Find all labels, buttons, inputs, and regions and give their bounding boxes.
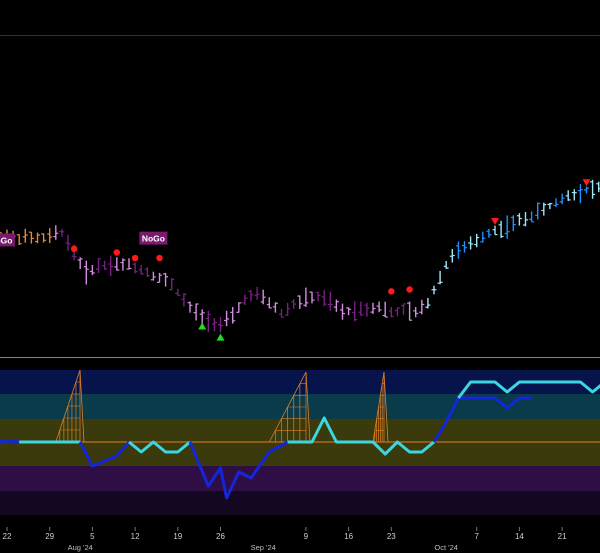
- label-text: NoGo: [0, 235, 12, 245]
- tick-label: 21: [558, 532, 567, 541]
- nogo-label: NoGo: [0, 233, 15, 247]
- trend-dot: [406, 286, 413, 293]
- tick-label: 12: [131, 532, 140, 541]
- nogo-label: NoGo: [139, 231, 168, 245]
- osc-segment: [0, 439, 20, 444]
- month-label: Aug '24: [68, 543, 93, 552]
- month-label: Sep '24: [251, 543, 276, 552]
- tick-label: 26: [216, 532, 225, 541]
- osc-band: [0, 491, 600, 515]
- trend-dot: [156, 254, 163, 262]
- tick-label: 5: [90, 532, 95, 541]
- trend-dot: [70, 245, 78, 252]
- trend-dot: [388, 288, 395, 295]
- tick-label: 23: [387, 532, 396, 541]
- tick-label: 19: [173, 532, 182, 541]
- trend-dot: [131, 254, 139, 262]
- tick-label: 16: [344, 532, 353, 541]
- tick-label: 14: [515, 532, 524, 541]
- label-text: NoGo: [142, 234, 165, 244]
- tick-label: 7: [474, 532, 479, 541]
- tick-label: 22: [3, 532, 12, 541]
- tick-label: 29: [45, 532, 54, 541]
- gonogo-chart: NoGoNoGoGo 22295121926916237142128Aug '2…: [0, 0, 600, 553]
- tick-label: 9: [304, 532, 309, 541]
- osc-band: [0, 466, 600, 491]
- trend-dot: [113, 249, 121, 256]
- month-label: Oct '24: [434, 543, 458, 552]
